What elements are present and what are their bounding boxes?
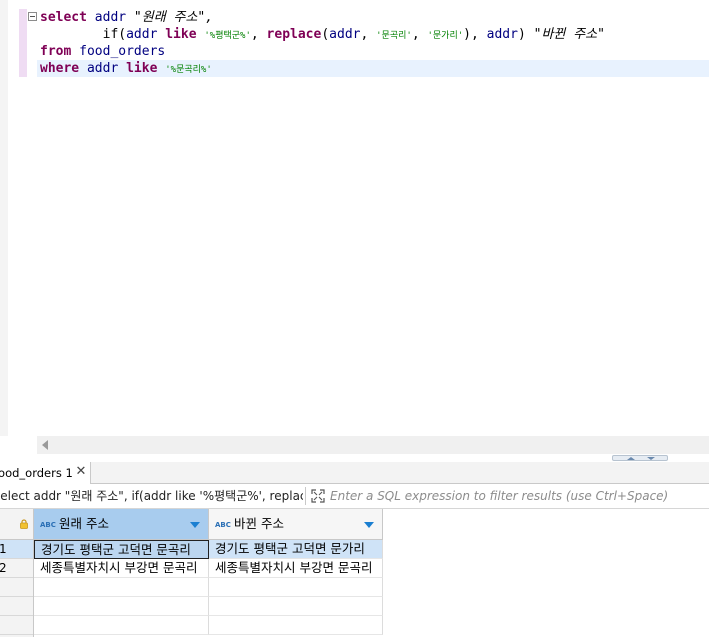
row-number-column: 1 2 [0,509,34,637]
results-tab-strip: food_orders 1 ✕ [0,462,709,484]
code-token: if( [40,27,127,42]
row-number[interactable]: 1 [0,540,33,559]
code-token: ( [321,27,330,42]
statement-marker [19,9,27,77]
result-grid[interactable]: 1 2 ABC 원래 주소 ABC 바뀐 주소 경기도 평택군 고덕면 문곡리 … [0,509,709,637]
column-name: 원래 주소 [59,516,109,531]
fold-toggle-icon[interactable] [28,12,37,21]
sort-filter-icon[interactable] [364,522,374,528]
code-token: replace [266,27,322,42]
filter-bar: select addr "원래 주소", if(addr like '%평택군%… [0,484,709,509]
code-token: "바뀐 주소" [533,27,605,42]
code-token: , [250,27,267,42]
table-cell[interactable]: 세종특별자치시 부강면 문곡리 [34,559,209,578]
row-number[interactable]: 2 [0,559,33,578]
editor-ruler [0,0,8,436]
column-name: 바뀐 주소 [234,516,284,531]
code-token: food_orders [79,44,166,59]
code-line[interactable]: where addr like '%문곡리%' [40,60,605,77]
sql-code[interactable]: select addr "원래 주소", if(addr like '%평택군%… [40,9,605,77]
table-cell[interactable]: 경기도 평택군 고덕면 문가리 [209,540,383,559]
empty-cell [34,616,209,635]
code-token: "원래 주소", [126,10,214,25]
empty-cell [209,597,383,616]
code-token: where [40,61,80,76]
row-number-empty [0,597,33,616]
code-line[interactable]: select addr "원래 주소", [40,9,605,26]
expand-icon[interactable] [311,489,325,503]
filter-divider [305,487,306,505]
code-token: ) [517,27,534,42]
code-token: addr [486,27,518,42]
code-token: '문곡리' [376,31,412,41]
text-type-icon: ABC [40,521,56,529]
code-token: '%평택군%' [204,31,251,41]
scroll-left-icon[interactable] [42,440,48,450]
maximize-restore-handle[interactable] [612,455,668,461]
tab-food-orders-1[interactable]: food_orders 1 ✕ [0,462,91,484]
row-number-empty [0,578,33,597]
code-token: '%문곡리%' [165,65,212,75]
table-cell[interactable]: 경기도 평택군 고덕면 문곡리 [34,540,209,559]
code-token: like [126,61,158,76]
code-line[interactable]: from food_orders [40,43,605,60]
code-token: '문가리' [427,31,464,41]
lock-icon [20,519,28,529]
code-token: addr [329,27,361,42]
query-text: select addr "원래 주소", if(addr like '%평택군%… [0,489,303,503]
code-token: addr [86,61,119,76]
filter-input[interactable] [330,487,700,505]
panel-splitter[interactable] [0,454,709,462]
code-token: ), [463,27,487,42]
code-line[interactable]: if(addr like '%평택군%', replace(addr, '문곡리… [40,26,605,43]
column-header-changed-address[interactable]: ABC 바뀐 주소 [209,509,383,540]
empty-cell [34,578,209,597]
editor-horizontal-scrollbar[interactable] [37,436,709,454]
tab-label: food_orders 1 [0,466,73,480]
code-token: select [40,10,87,25]
empty-cell [209,616,383,635]
table-cell[interactable]: 세종특별자치시 부강면 문곡리 [209,559,383,578]
grid-corner[interactable] [0,509,34,540]
code-token: , [411,27,428,42]
code-token: , [360,27,377,42]
code-token: from [40,44,72,59]
code-token: like [165,27,197,42]
column-header-original-address[interactable]: ABC 원래 주소 [34,509,209,540]
code-token: addr [126,27,158,42]
sort-filter-icon[interactable] [190,522,200,528]
code-token: addr [94,10,127,25]
empty-cell [209,578,383,597]
row-number-empty [0,616,33,635]
empty-cell [34,597,209,616]
close-icon[interactable]: ✕ [74,465,88,479]
sql-editor[interactable]: select addr "원래 주소", if(addr like '%평택군%… [0,0,709,436]
text-type-icon: ABC [215,521,231,529]
